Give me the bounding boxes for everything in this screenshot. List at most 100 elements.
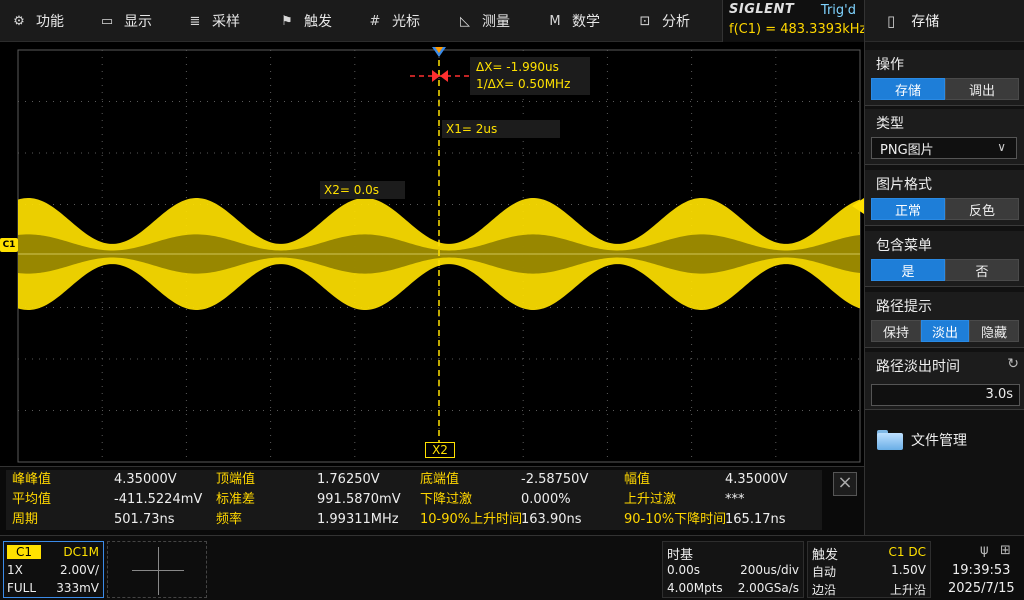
menu-label: 测量: [482, 14, 510, 30]
coupling-value: DC1M: [63, 545, 99, 559]
menu-sampling[interactable]: ≣ 采样: [186, 0, 240, 42]
close-icon: ×: [837, 472, 853, 493]
menu-label: 显示: [124, 14, 152, 30]
normal-option[interactable]: 正常: [871, 198, 945, 220]
fade-option[interactable]: 淡出: [921, 320, 969, 342]
group-title: 类型: [876, 116, 904, 132]
waveform-area[interactable]: [0, 42, 864, 466]
menu-cursor[interactable]: # 光标: [366, 0, 420, 42]
menu-label: 分析: [662, 14, 690, 30]
menu-function[interactable]: ⚙ 功能: [10, 0, 64, 42]
measure-label: 周期: [6, 510, 210, 530]
menu-analysis[interactable]: ⊡ 分析: [636, 0, 690, 42]
channel-1-tag: C1: [7, 545, 41, 559]
recall-option[interactable]: 调出: [945, 78, 1019, 100]
memory-depth: 4.00Mpts: [667, 581, 723, 595]
add-channel-button[interactable]: [107, 541, 207, 598]
measure-value: 4.35000V: [114, 472, 177, 487]
save-option[interactable]: 存储: [871, 78, 945, 100]
trigger-source: C1 DC: [888, 545, 926, 559]
menu-math[interactable]: M 数学: [546, 0, 600, 42]
x1-cursor-label: X1= 2us: [442, 120, 560, 138]
measure-value: 163.90ns: [521, 512, 582, 527]
trigger-position-icon: [432, 47, 446, 57]
file-manager-label: 文件管理: [911, 433, 967, 449]
menu-trigger[interactable]: ⚑ 触发: [278, 0, 332, 42]
trigger-settings[interactable]: 触发 C1 DC 自动 1.50V 边沿 上升沿: [807, 541, 931, 598]
folder-icon: [877, 430, 903, 450]
path-hint-selector: 保持 淡出 隐藏: [871, 320, 1019, 342]
analysis-icon: ⊡: [639, 13, 651, 29]
menu-display[interactable]: ▭ 显示: [98, 0, 152, 42]
menu-label: 采样: [212, 14, 240, 30]
top-menu-bar: ⚙ 功能 ▭ 显示 ≣ 采样 ⚑ 触发 # 光标 ◺ 测量 M 数学 ⊡ 分析 SIGLENT …: [0, 0, 866, 42]
offset-value: 333mV: [56, 581, 99, 595]
vertical-scale-value: 2.00V/: [60, 563, 99, 577]
channel-1-marker[interactable]: C1: [0, 238, 18, 252]
channel-1-settings[interactable]: C1 DC1M 1X 2.00V/ FULL 333mV: [3, 541, 104, 598]
keep-option[interactable]: 保持: [871, 320, 921, 342]
side-panel: ▯ 存储 操作 存储 调出 类型 PNG图片 ∨ 图片格式 正常 反色 包含菜单…: [864, 0, 1024, 535]
measurement-table: 峰峰值 4.35000V 顶端值 1.76250V 底端值 -2.58750V …: [0, 466, 864, 535]
display-icon: ▭: [100, 13, 114, 29]
save-icon: ▯: [887, 11, 896, 30]
timebase-settings[interactable]: 时基 0.00s 200us/div 4.00Mpts 2.00GSa/s: [662, 541, 804, 598]
measure-value: -411.5224mV: [114, 492, 203, 507]
sample-rate: 2.00GSa/s: [737, 581, 799, 595]
x2-cursor-flag[interactable]: X2: [425, 442, 455, 458]
menu-label: 触发: [304, 14, 332, 30]
measure-icon: ◺: [460, 13, 470, 29]
measure-value: 1.99311MHz: [317, 512, 399, 527]
measure-label: 90-10%下降时间: [618, 510, 822, 530]
chevron-down-icon: ∨: [997, 140, 1006, 154]
group-title: 路径淡出时间: [876, 359, 960, 375]
trigger-level: 1.50V: [891, 563, 926, 577]
timebase-title: 时基: [667, 548, 694, 563]
trigger-position-marker[interactable]: [432, 47, 446, 63]
trigger-status: Trig'd: [820, 3, 856, 18]
yes-option[interactable]: 是: [871, 259, 945, 281]
cursor-delta-readout: ΔX= -1.990us 1/ΔX= 0.50MHz: [470, 57, 590, 95]
clock-date: 2025/7/15: [948, 581, 1015, 596]
measure-value: 165.17ns: [725, 512, 786, 527]
group-title: 路径提示: [876, 299, 932, 315]
probe-value: 1X: [7, 563, 23, 577]
type-value: PNG图片: [880, 142, 934, 158]
measure-value: -2.58750V: [521, 472, 589, 487]
no-option[interactable]: 否: [945, 259, 1019, 281]
group-title: 包含菜单: [876, 238, 932, 254]
fade-time-input[interactable]: 3.0s: [871, 384, 1020, 406]
operation-group: 操作 存储 调出: [865, 50, 1024, 106]
trigger-mode: 自动: [812, 565, 837, 579]
math-icon: M: [549, 13, 561, 29]
trigger-type: 边沿: [812, 583, 837, 597]
measure-label: 上升过激: [618, 490, 822, 510]
measure-value: 501.73ns: [114, 512, 175, 527]
reset-icon[interactable]: ↻: [1007, 356, 1019, 372]
measure-value: 4.35000V: [725, 472, 788, 487]
measure-label: 10-90%上升时间: [414, 510, 618, 530]
plus-icon: [158, 547, 159, 595]
gear-icon: ⚙: [13, 13, 25, 29]
type-dropdown[interactable]: PNG图片 ∨: [871, 137, 1017, 159]
image-format-selector: 正常 反色: [871, 198, 1019, 220]
cursor-icon: #: [369, 13, 381, 29]
image-format-group: 图片格式 正常 反色: [865, 170, 1024, 226]
menu-label: 数学: [572, 14, 600, 30]
measure-label: 下降过激: [414, 490, 618, 510]
measure-value: 1.76250V: [317, 472, 380, 487]
brand-status: SIGLENT Trig'd f(C1) = 483.3393kHz: [722, 0, 866, 42]
hide-option[interactable]: 隐藏: [969, 320, 1019, 342]
trigger-level-icon: [852, 198, 864, 214]
network-icon: ⊞: [1000, 543, 1011, 558]
trigger-title: 触发: [812, 548, 839, 563]
file-manager-button[interactable]: 文件管理: [865, 410, 1024, 470]
trigger-level-marker[interactable]: [852, 198, 864, 218]
invert-option[interactable]: 反色: [945, 198, 1019, 220]
side-panel-title: 存储: [911, 13, 940, 30]
measure-value: 991.5870mV: [317, 492, 401, 507]
include-menu-selector: 是 否: [871, 259, 1019, 281]
measure-label: 顶端值: [210, 470, 414, 490]
menu-measure[interactable]: ◺ 测量: [456, 0, 510, 42]
close-measurements-button[interactable]: ×: [833, 472, 857, 496]
